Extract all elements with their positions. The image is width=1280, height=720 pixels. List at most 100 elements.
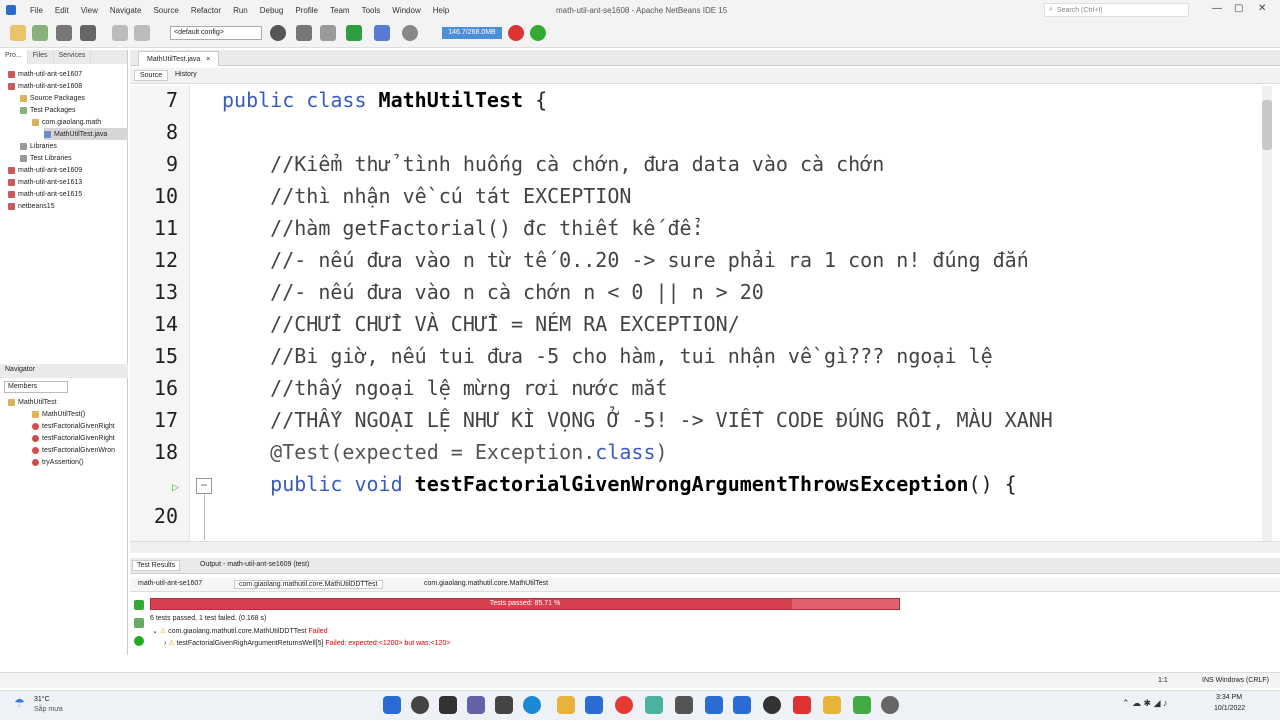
- code-line[interactable]: //Bi giờ, nếu tui đưa -5 cho hàm, tui nh…: [222, 344, 992, 368]
- new-project-icon[interactable]: [10, 25, 26, 41]
- start-icon[interactable]: [383, 696, 401, 714]
- maximize-button[interactable]: ▢: [1234, 3, 1243, 14]
- tree-item-project[interactable]: math-util-ant-se1609: [8, 164, 82, 176]
- chrome-icon[interactable]: [615, 696, 633, 714]
- code-line[interactable]: public void testFactorialGivenWrongArgum…: [222, 472, 1017, 496]
- run-test-marker-icon[interactable]: ▷: [172, 482, 179, 493]
- settings-icon[interactable]: [881, 696, 899, 714]
- menu-refactor[interactable]: Refactor: [185, 6, 227, 15]
- navigator-member[interactable]: MathUtilTest(): [32, 408, 85, 420]
- code-line[interactable]: //thấy ngoại lệ mừng rơi nước mắt: [222, 376, 667, 400]
- undo-icon[interactable]: [112, 25, 128, 41]
- menu-help[interactable]: Help: [427, 6, 455, 15]
- tab-test-results[interactable]: Test Results: [132, 560, 181, 571]
- minimize-button[interactable]: —: [1212, 3, 1222, 14]
- navigator-member[interactable]: testFactorialGivenWron: [32, 444, 115, 456]
- menu-edit[interactable]: Edit: [49, 6, 75, 15]
- explorer-icon[interactable]: [557, 696, 575, 714]
- tree-item-project[interactable]: math-util-ant-se1608: [8, 80, 82, 92]
- app-icon[interactable]: [645, 696, 663, 714]
- menu-view[interactable]: View: [75, 6, 104, 15]
- menu-run[interactable]: Run: [227, 6, 254, 15]
- members-filter[interactable]: Members: [4, 381, 68, 393]
- tab-files[interactable]: Files: [28, 50, 54, 64]
- edge-icon[interactable]: [523, 696, 541, 714]
- menu-source[interactable]: Source: [147, 6, 184, 15]
- app-icon[interactable]: [705, 696, 723, 714]
- store-icon[interactable]: [585, 696, 603, 714]
- search-taskbar-icon[interactable]: [411, 696, 429, 714]
- save-all-icon[interactable]: [80, 25, 96, 41]
- tree-item-folder[interactable]: Source Packages: [20, 92, 85, 104]
- redo-icon[interactable]: [134, 25, 150, 41]
- config-select[interactable]: <default config>: [170, 26, 262, 40]
- horizontal-scrollbar[interactable]: [130, 541, 1280, 553]
- weather-icon[interactable]: ☂: [14, 696, 25, 710]
- tree-item-project[interactable]: math-util-ant-se1613: [8, 176, 82, 188]
- clean-build-icon[interactable]: [296, 25, 312, 41]
- menu-navigate[interactable]: Navigate: [104, 6, 148, 15]
- gc-icon-2[interactable]: [530, 25, 546, 41]
- tree-item-project[interactable]: netbeans15: [8, 200, 55, 212]
- profile-icon[interactable]: [402, 25, 418, 41]
- app-icon[interactable]: [823, 696, 841, 714]
- code-line[interactable]: //- nếu đưa vào n cà chớn n < 0 || n > 2…: [222, 280, 764, 304]
- editor-tab-mathutiltest[interactable]: MathUtilTest.java ×: [138, 51, 220, 66]
- task-view-icon[interactable]: [439, 696, 457, 714]
- app-icon[interactable]: [793, 696, 811, 714]
- search-input[interactable]: ⌕ Search (Ctrl+I): [1044, 3, 1189, 17]
- code-line[interactable]: //hàm getFactorial() đc thiết kế để:: [222, 216, 703, 240]
- tab-output[interactable]: Output - math-util-ant-se1609 (test): [196, 560, 313, 569]
- tab-projects[interactable]: Pro...: [0, 50, 28, 64]
- code-line[interactable]: //- nếu đưa vào n từ tế 0..20 -> sure ph…: [222, 248, 1029, 272]
- code-line[interactable]: //thì nhận về cú tát EXCEPTION: [222, 184, 631, 208]
- results-tab[interactable]: math-util-ant-se1607: [134, 580, 206, 587]
- tree-item-project[interactable]: math-util-ant-se1615: [8, 188, 82, 200]
- navigator-member[interactable]: testFactorialGivenRight: [32, 432, 115, 444]
- tab-services[interactable]: Services: [54, 50, 92, 64]
- tree-item-folder[interactable]: Test Libraries: [20, 152, 72, 164]
- results-tab[interactable]: com.giaolang.mathutil.core.MathUtilTest: [420, 580, 552, 587]
- chevron-down-icon[interactable]: ⌄: [152, 628, 158, 635]
- tree-item-file[interactable]: MathUtilTest.java: [44, 128, 128, 140]
- close-tab-icon[interactable]: ×: [206, 56, 210, 63]
- results-tab[interactable]: com.giaolang.mathutil.core.MathUtilDDTTe…: [234, 580, 383, 589]
- menu-window[interactable]: Window: [386, 6, 426, 15]
- rerun-icon[interactable]: [134, 600, 144, 610]
- app-icon[interactable]: [675, 696, 693, 714]
- tree-item-folder[interactable]: Test Packages: [20, 104, 76, 116]
- scrollbar-thumb[interactable]: [1262, 100, 1272, 150]
- run-icon[interactable]: [346, 25, 362, 41]
- app-icon[interactable]: [853, 696, 871, 714]
- menu-team[interactable]: Team: [324, 6, 356, 15]
- tab-source[interactable]: Source: [134, 70, 169, 81]
- gc-icon[interactable]: [508, 25, 524, 41]
- debug-icon[interactable]: [374, 25, 390, 41]
- tree-item-project[interactable]: math-util-ant-se1607: [8, 68, 82, 80]
- clean-icon[interactable]: [320, 25, 336, 41]
- code-line[interactable]: public class MathUtilTest {: [222, 88, 547, 112]
- app-icon[interactable]: [763, 696, 781, 714]
- navigator-root[interactable]: MathUtilTest: [8, 396, 57, 408]
- new-file-icon[interactable]: [32, 25, 48, 41]
- chevron-right-icon[interactable]: ›: [164, 640, 166, 647]
- code-line[interactable]: //THẤY NGOẠI LỆ NHƯ KÌ VỌNG Ở -5! -> VIẾ…: [222, 408, 1053, 432]
- code-line[interactable]: //Kiểm thử tình huống cà chớn, đưa data …: [222, 152, 884, 176]
- tab-history[interactable]: History: [170, 70, 202, 79]
- test-case-row[interactable]: › ⚠ testFactorialGivenRighArgumentReturn…: [164, 639, 450, 647]
- rerun-failed-icon[interactable]: [134, 618, 144, 628]
- navigator-member[interactable]: tryAssertion(): [32, 456, 84, 468]
- memory-indicator[interactable]: 146.7/268.0MB: [442, 27, 502, 39]
- system-tray[interactable]: ⌃ ☁ ✱ ◢ ♪: [1122, 698, 1168, 709]
- test-suite-row[interactable]: ⌄ ⚠ com.giaolang.mathutil.core.MathUtilD…: [152, 627, 328, 635]
- tree-item-folder[interactable]: Libraries: [20, 140, 57, 152]
- vertical-scrollbar[interactable]: [1262, 86, 1272, 541]
- menu-profile[interactable]: Profile: [289, 6, 324, 15]
- fold-toggle[interactable]: −: [196, 478, 212, 494]
- passed-filter-icon[interactable]: [134, 636, 144, 646]
- code-line[interactable]: @Test(expected = Exception.class): [222, 440, 667, 464]
- open-project-icon[interactable]: [56, 25, 72, 41]
- close-button[interactable]: ✕: [1258, 3, 1266, 14]
- menu-tools[interactable]: Tools: [356, 6, 387, 15]
- navigator-member[interactable]: testFactorialGivenRight: [32, 420, 115, 432]
